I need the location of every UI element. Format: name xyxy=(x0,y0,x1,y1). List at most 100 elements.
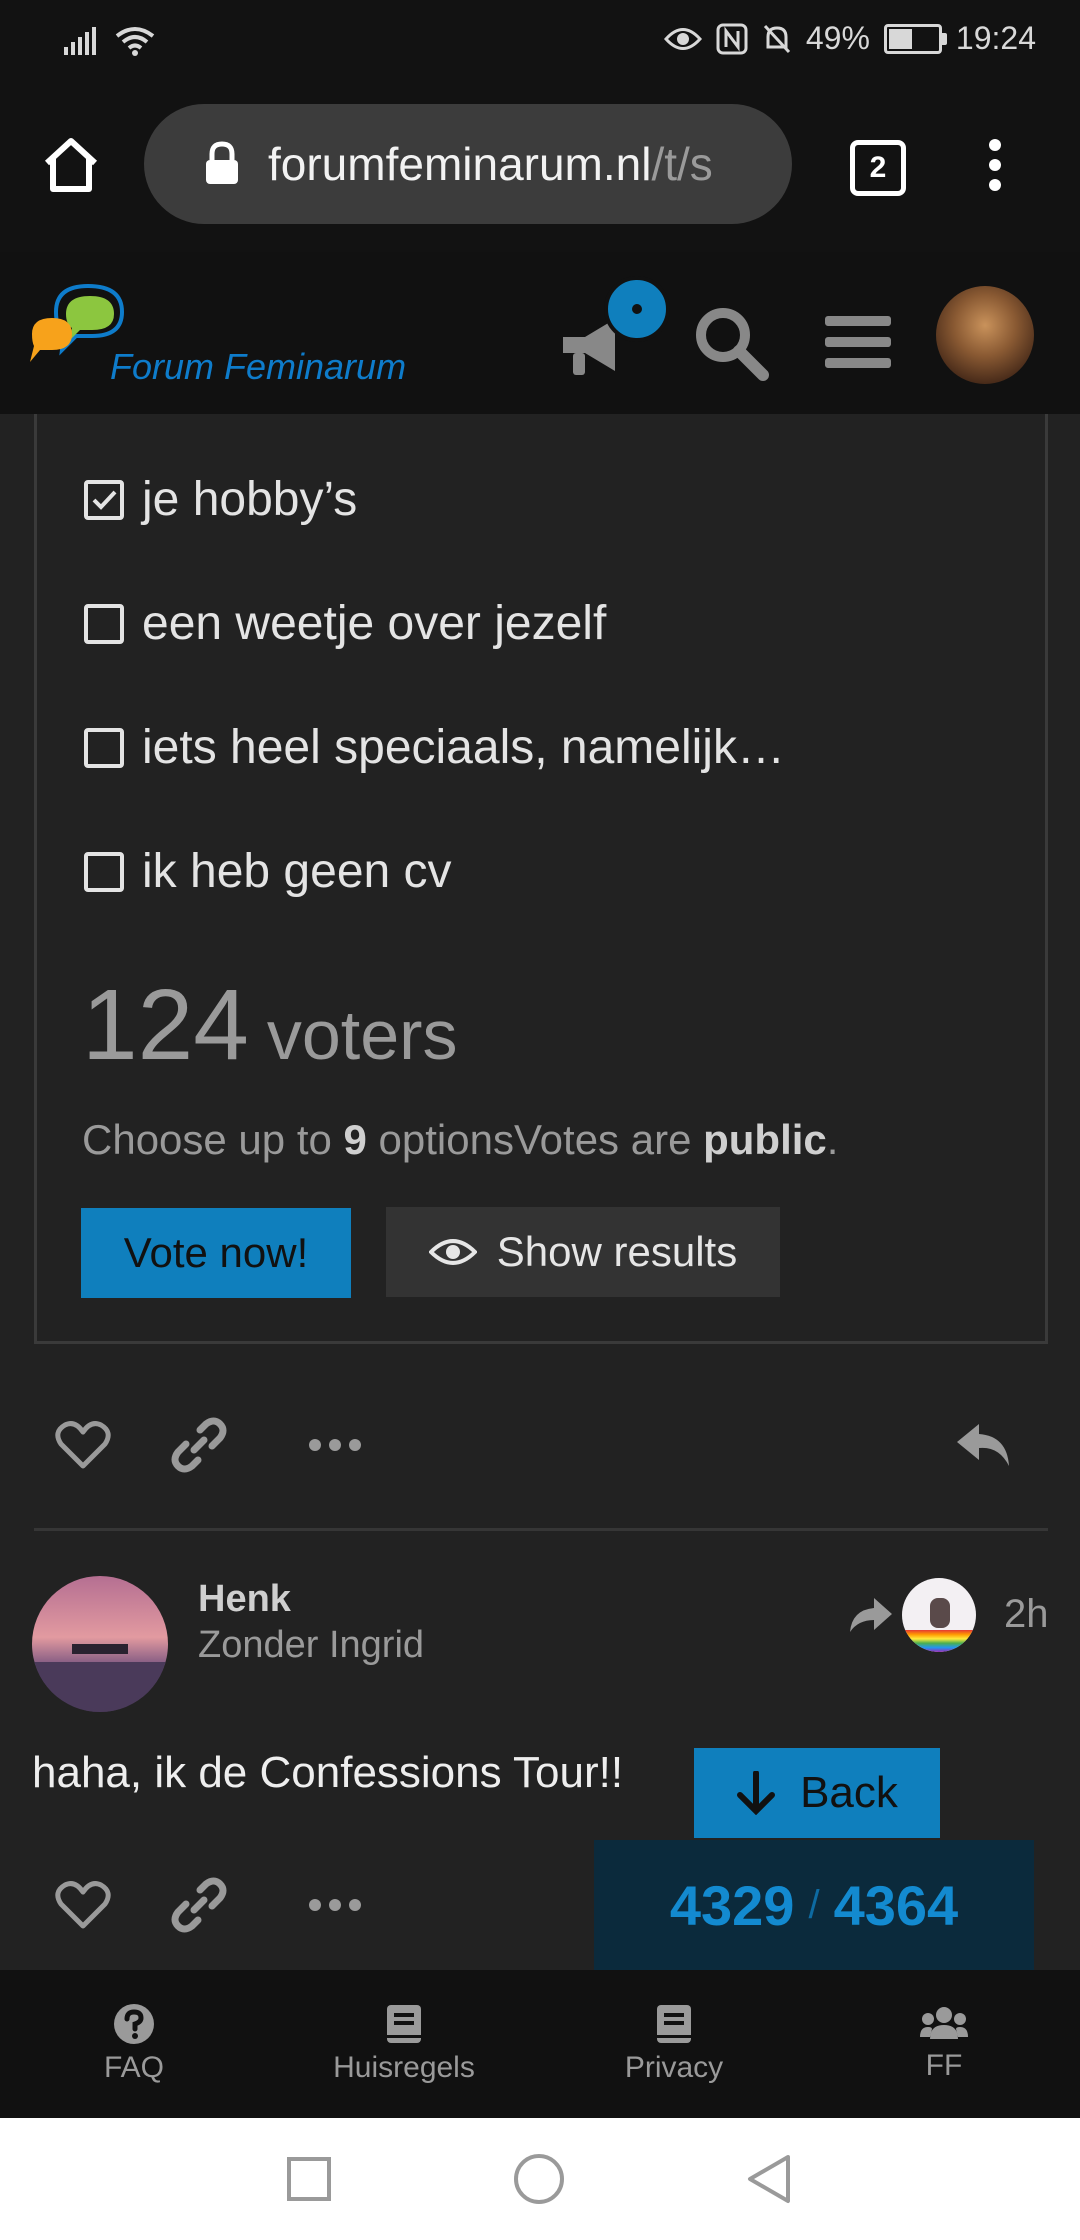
system-navigation-bar xyxy=(0,2118,1080,2240)
poll-option-label: een weetje over jezelf xyxy=(142,597,607,650)
site-header: Forum Feminarum xyxy=(0,252,1080,414)
voters-count: 124 xyxy=(82,969,249,1081)
more-vertical-icon xyxy=(989,139,1001,191)
checkbox-icon[interactable] xyxy=(84,851,124,892)
footer-link-label: Huisregels xyxy=(333,2051,475,2084)
heart-icon xyxy=(55,1881,111,1929)
post-author-avatar[interactable] xyxy=(32,1576,168,1712)
url-path: /t/s xyxy=(651,138,713,190)
circle-icon xyxy=(514,2154,564,2204)
show-results-button[interactable]: Show results xyxy=(386,1207,780,1297)
poll-info-prefix: Choose up to xyxy=(82,1116,344,1163)
progress-total: 4364 xyxy=(833,1873,959,1937)
footer-link-faq[interactable]: FAQ xyxy=(34,1970,234,2118)
poll-option[interactable]: je hobby’s xyxy=(84,472,357,527)
share-link-button[interactable] xyxy=(164,1870,234,1940)
back-system-button[interactable] xyxy=(734,2144,804,2214)
checkbox-checked-icon[interactable] xyxy=(84,479,124,520)
status-left xyxy=(64,20,155,57)
status-bar: 49% 19:24 xyxy=(0,0,1080,82)
search-button[interactable] xyxy=(686,298,776,388)
signal-icon xyxy=(64,26,96,55)
footer-link-privacy[interactable]: Privacy xyxy=(574,1970,774,2118)
post-time[interactable]: 2h xyxy=(1004,1592,1049,1637)
post-body: haha, ik de Confessions Tour!! xyxy=(32,1748,624,1797)
footer-link-label: FF xyxy=(925,2049,963,2082)
address-bar[interactable]: forumfeminarum.nl/t/s xyxy=(144,104,792,224)
poll-info-middle: optionsVotes are xyxy=(366,1116,704,1163)
footer-link-ff[interactable]: FF xyxy=(844,1970,1044,2118)
footer-nav: FAQ Huisregels Privacy FF xyxy=(0,1970,1080,2118)
share-link-button[interactable] xyxy=(164,1410,234,1480)
recent-apps-button[interactable] xyxy=(274,2144,344,2214)
hamburger-menu-icon xyxy=(825,316,891,368)
user-avatar[interactable] xyxy=(936,286,1034,384)
question-circle-icon xyxy=(114,2004,154,2044)
more-horizontal-icon xyxy=(309,1899,361,1911)
poll-option-label: iets heel speciaals, namelijk… xyxy=(142,721,785,774)
share-forward-icon xyxy=(850,1598,892,1632)
home-system-button[interactable] xyxy=(504,2144,574,2214)
poll-info: Choose up to 9 optionsVotes are public. xyxy=(82,1116,838,1164)
more-horizontal-icon xyxy=(309,1439,361,1451)
users-icon xyxy=(920,2007,968,2039)
like-button[interactable] xyxy=(48,1870,118,1940)
wifi-icon xyxy=(115,26,155,56)
post-author-name[interactable]: Henk xyxy=(198,1578,291,1621)
post-divider xyxy=(34,1528,1048,1531)
home-button[interactable] xyxy=(36,130,106,200)
more-actions-button[interactable] xyxy=(300,1870,370,1940)
search-icon xyxy=(696,308,769,381)
browser-toolbar: forumfeminarum.nl/t/s 2 xyxy=(0,82,1080,252)
poll-option-label: je hobby’s xyxy=(142,473,358,526)
reply-to-avatar[interactable] xyxy=(902,1578,976,1652)
footer-link-label: FAQ xyxy=(103,2051,164,2084)
battery-percent: 49% xyxy=(805,20,870,56)
reply-to-button[interactable] xyxy=(836,1580,906,1650)
link-icon xyxy=(171,1877,227,1933)
site-logo[interactable]: Forum Feminarum xyxy=(26,274,426,404)
footer-link-label: Privacy xyxy=(624,2051,724,2084)
notification-badge xyxy=(604,276,670,342)
progress-current: 4329 xyxy=(669,1873,795,1937)
timeline-back-button[interactable]: Back xyxy=(694,1748,940,1838)
like-button[interactable] xyxy=(48,1410,118,1480)
arrow-down-icon xyxy=(737,1771,776,1815)
poll-voters: 124 voters xyxy=(82,968,457,1083)
nfc-icon xyxy=(716,23,748,54)
clock: 19:24 xyxy=(955,20,1036,56)
poll-option[interactable]: ik heb geen cv xyxy=(84,844,452,899)
poll-option-label: ik heb geen cv xyxy=(142,845,452,898)
home-icon xyxy=(44,138,98,192)
url-text: forumfeminarum.nl/t/s xyxy=(268,137,713,191)
hamburger-menu-button[interactable] xyxy=(818,302,898,382)
heart-icon xyxy=(55,1421,111,1469)
post-author-title: Zonder Ingrid xyxy=(198,1624,425,1666)
battery-icon xyxy=(883,23,947,54)
triangle-back-icon xyxy=(748,2155,790,2203)
bell-off-icon xyxy=(763,24,790,53)
tab-switcher-button[interactable]: 2 xyxy=(850,140,906,196)
book-icon xyxy=(657,2005,691,2043)
checkbox-icon[interactable] xyxy=(84,603,124,644)
reply-button[interactable] xyxy=(948,1410,1018,1480)
link-icon xyxy=(171,1417,227,1473)
timeline-progress[interactable]: 4329 / 4364 xyxy=(594,1840,1034,1970)
reply-icon xyxy=(957,1424,1009,1466)
book-icon xyxy=(387,2005,421,2043)
poll-info-suffix: . xyxy=(826,1116,839,1163)
poll-info-max: 9 xyxy=(343,1116,367,1163)
more-actions-button[interactable] xyxy=(300,1410,370,1480)
vote-now-button[interactable]: Vote now! xyxy=(81,1208,351,1298)
voters-label: voters xyxy=(266,996,458,1074)
footer-link-huisregels[interactable]: Huisregels xyxy=(304,1970,504,2118)
site-logo-text: Forum Feminarum xyxy=(110,346,407,387)
poll-option[interactable]: iets heel speciaals, namelijk… xyxy=(84,720,785,775)
back-label: Back xyxy=(800,1768,898,1817)
eye-icon xyxy=(663,27,702,50)
url-host: forumfeminarum.nl xyxy=(268,138,652,190)
poll-info-visibility: public xyxy=(703,1116,827,1163)
browser-menu-button[interactable] xyxy=(960,130,1030,200)
poll-option[interactable]: een weetje over jezelf xyxy=(84,596,606,651)
checkbox-icon[interactable] xyxy=(84,727,124,768)
